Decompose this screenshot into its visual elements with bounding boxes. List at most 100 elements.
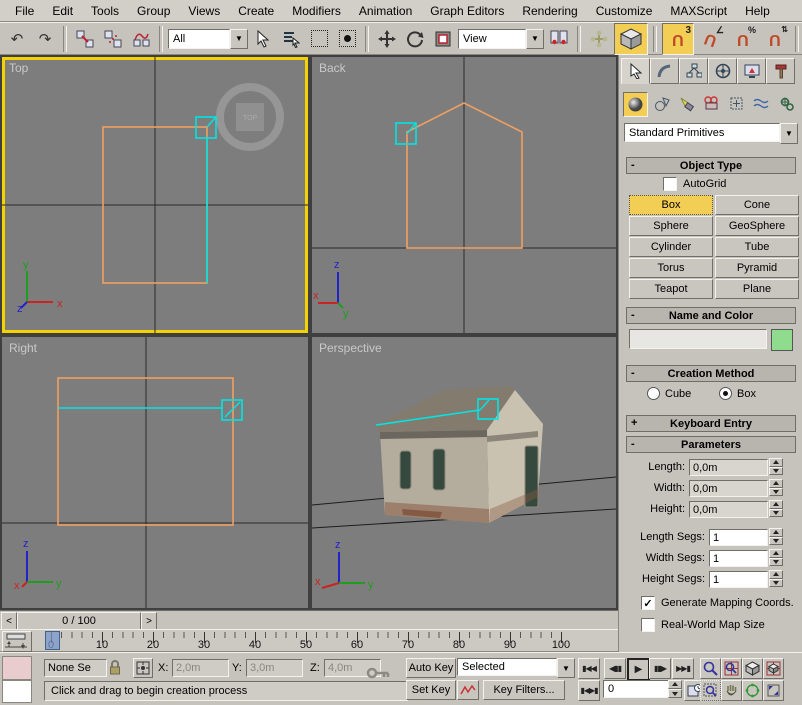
object-color-swatch[interactable] bbox=[771, 329, 793, 351]
height-spinner[interactable] bbox=[769, 500, 783, 517]
category-lights-icon[interactable] bbox=[675, 92, 698, 115]
width-segs-field[interactable]: 1 bbox=[709, 550, 768, 567]
rollout-name-and-color[interactable]: -Name and Color bbox=[626, 307, 796, 324]
autogrid-checkbox[interactable] bbox=[663, 177, 677, 191]
object-button-torus[interactable]: Torus bbox=[629, 258, 713, 278]
menu-graph-editors[interactable]: Graph Editors bbox=[421, 2, 513, 20]
viewport-top-label[interactable]: Top bbox=[9, 61, 28, 75]
tab-display[interactable] bbox=[737, 58, 766, 84]
category-shapes-icon[interactable] bbox=[650, 92, 673, 115]
rollout-creation-method[interactable]: -Creation Method bbox=[626, 365, 796, 382]
generate-mapping-checkbox[interactable]: ✓ bbox=[641, 596, 655, 610]
object-button-sphere[interactable]: Sphere bbox=[629, 216, 713, 236]
menu-animation[interactable]: Animation bbox=[350, 2, 421, 20]
viewport-perspective[interactable]: z y x Perspective bbox=[312, 337, 616, 608]
frame-spinner[interactable] bbox=[668, 680, 682, 698]
menu-file[interactable]: File bbox=[6, 2, 43, 20]
key-mode-toggle[interactable]: ▮◀▶▮ bbox=[578, 680, 600, 701]
selection-lock-icon[interactable] bbox=[108, 659, 122, 679]
tab-create[interactable] bbox=[621, 58, 650, 84]
snap-cube-toggle-icon[interactable] bbox=[614, 23, 648, 55]
length-field[interactable]: 0,0m bbox=[689, 459, 768, 476]
object-button-plane[interactable]: Plane bbox=[715, 279, 799, 299]
select-by-name-icon[interactable] bbox=[278, 26, 304, 52]
viewport-back[interactable]: z x y Back bbox=[312, 57, 616, 333]
length-spinner[interactable] bbox=[769, 458, 783, 475]
zoom-extents-button[interactable] bbox=[742, 658, 763, 679]
menu-customize[interactable]: Customize bbox=[587, 2, 662, 20]
height-field[interactable]: 0,0m bbox=[689, 501, 768, 518]
width-spinner[interactable] bbox=[769, 479, 783, 496]
absolute-mode-toggle-icon[interactable] bbox=[133, 658, 153, 678]
percent-snap-toggle-icon[interactable]: U% bbox=[728, 24, 758, 54]
select-and-manipulate-icon[interactable] bbox=[586, 26, 612, 52]
viewport-back-label[interactable]: Back bbox=[319, 61, 346, 75]
pan-view-button[interactable] bbox=[721, 680, 742, 701]
rollout-parameters[interactable]: -Parameters bbox=[626, 436, 796, 453]
window-crossing-icon[interactable] bbox=[334, 26, 360, 52]
go-to-end-button[interactable]: ▶▶▮ bbox=[672, 658, 694, 679]
menu-modifiers[interactable]: Modifiers bbox=[283, 2, 350, 20]
chevron-down-icon[interactable]: ▼ bbox=[526, 29, 544, 49]
zoom-button[interactable] bbox=[700, 658, 721, 679]
mini-curve-editor-button[interactable] bbox=[2, 631, 32, 652]
rectangular-selection-region-icon[interactable] bbox=[306, 26, 332, 52]
selection-set-dropdown[interactable]: Selected ▼ bbox=[457, 658, 575, 678]
x-coord-field[interactable]: 2,0m bbox=[172, 659, 229, 677]
selection-filter-dropdown[interactable]: All▼ bbox=[168, 29, 248, 49]
trackbar-frame-indicator[interactable] bbox=[45, 631, 60, 650]
menu-help[interactable]: Help bbox=[736, 2, 779, 20]
go-to-start-button[interactable]: ▮◀◀ bbox=[578, 658, 600, 679]
category-cameras-icon[interactable] bbox=[700, 92, 723, 115]
menu-rendering[interactable]: Rendering bbox=[513, 2, 586, 20]
auto-key-button[interactable]: Auto Key bbox=[406, 658, 456, 678]
viewport-right[interactable]: z y x Right bbox=[2, 337, 308, 608]
bind-to-space-warp-icon[interactable] bbox=[128, 26, 154, 52]
menu-edit[interactable]: Edit bbox=[43, 2, 82, 20]
object-button-box[interactable]: Box bbox=[629, 195, 713, 215]
rollout-keyboard-entry[interactable]: +Keyboard Entry bbox=[626, 415, 796, 432]
category-geometry-icon[interactable] bbox=[623, 92, 648, 117]
tab-modify[interactable] bbox=[650, 58, 679, 84]
chevron-down-icon[interactable]: ▼ bbox=[230, 29, 248, 49]
tab-hierarchy[interactable] bbox=[679, 58, 708, 84]
time-slider-handle[interactable]: 0 / 100 bbox=[17, 612, 141, 630]
select-and-move-icon[interactable] bbox=[374, 26, 400, 52]
key-filters-button[interactable]: Key Filters... bbox=[483, 680, 565, 700]
rollout-object-type[interactable]: -Object Type bbox=[626, 157, 796, 174]
unlink-selection-icon[interactable] bbox=[100, 26, 126, 52]
undo-icon[interactable]: ↶ bbox=[4, 26, 30, 52]
previous-frame-button[interactable]: ◀▮▮ bbox=[604, 658, 626, 679]
object-button-teapot[interactable]: Teapot bbox=[629, 279, 713, 299]
track-bar[interactable]: 0 10 20 30 40 50 60 70 80 90 100 bbox=[0, 629, 618, 652]
menu-maxscript[interactable]: MAXScript bbox=[661, 2, 736, 20]
tab-motion[interactable] bbox=[708, 58, 737, 84]
object-button-pyramid[interactable]: Pyramid bbox=[715, 258, 799, 278]
menu-create[interactable]: Create bbox=[229, 2, 283, 20]
chevron-down-icon[interactable]: ▼ bbox=[557, 658, 575, 678]
category-systems-icon[interactable] bbox=[775, 92, 798, 115]
current-frame-field[interactable]: 0 bbox=[603, 680, 671, 698]
select-and-rotate-icon[interactable] bbox=[402, 26, 428, 52]
menu-group[interactable]: Group bbox=[128, 2, 179, 20]
chevron-down-icon[interactable]: ▼ bbox=[780, 123, 798, 144]
real-world-checkbox[interactable] bbox=[641, 618, 655, 632]
region-zoom-button[interactable] bbox=[700, 680, 721, 701]
object-button-tube[interactable]: Tube bbox=[715, 237, 799, 257]
macro-recorder-pane[interactable] bbox=[2, 656, 32, 680]
object-button-cylinder[interactable]: Cylinder bbox=[629, 237, 713, 257]
select-and-link-icon[interactable] bbox=[72, 26, 98, 52]
angle-snap-toggle-icon[interactable]: U∠ bbox=[696, 24, 726, 54]
next-frame-button[interactable]: ▮▮▶ bbox=[649, 658, 671, 679]
snaps-toggle-3d-icon[interactable]: U3 bbox=[662, 23, 694, 55]
spinner-snap-toggle-icon[interactable]: U⇅ bbox=[760, 24, 790, 54]
viewport-top[interactable]: y x z TOP Top bbox=[2, 57, 308, 333]
redo-icon[interactable]: ↷ bbox=[32, 26, 58, 52]
radio-box[interactable]: Box bbox=[719, 387, 756, 400]
length-segs-spinner[interactable] bbox=[769, 528, 783, 545]
height-segs-spinner[interactable] bbox=[769, 570, 783, 587]
zoom-all-button[interactable] bbox=[721, 658, 742, 679]
next-frame-arrow[interactable]: > bbox=[141, 612, 157, 630]
set-key-button[interactable]: Set Key bbox=[406, 680, 456, 700]
length-segs-field[interactable]: 1 bbox=[709, 529, 768, 546]
